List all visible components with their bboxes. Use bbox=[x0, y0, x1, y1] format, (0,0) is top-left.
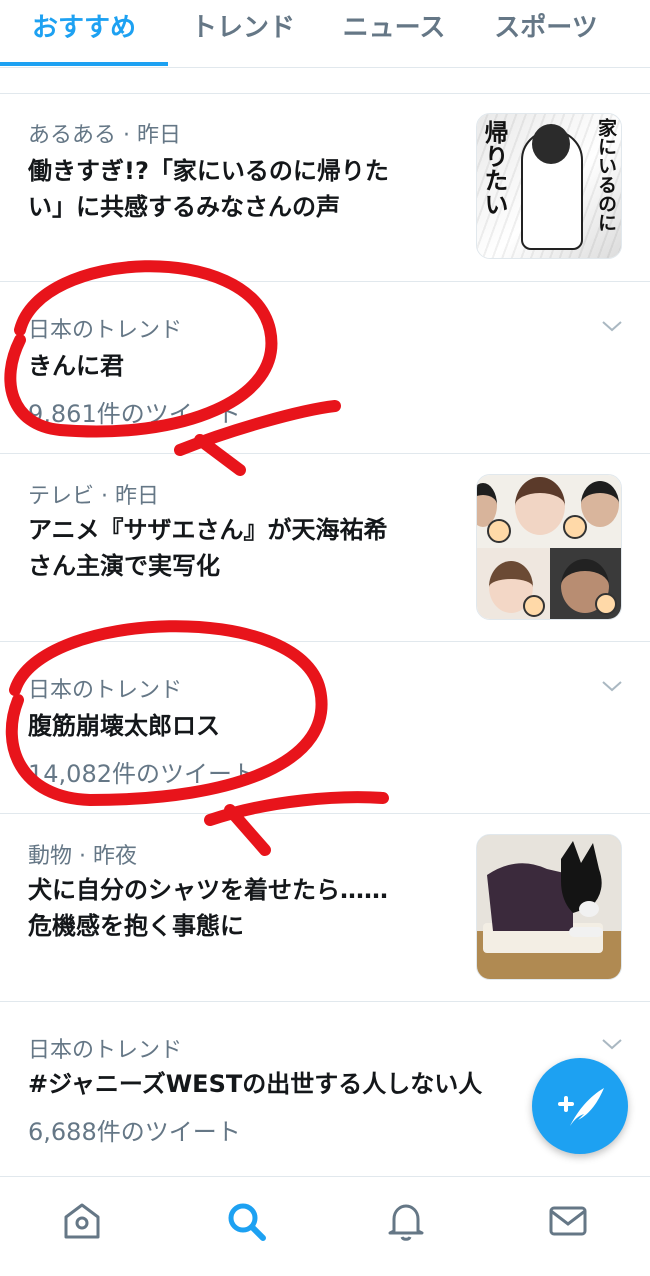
news-headline-line-2: 危機感を抱く事態に bbox=[28, 912, 244, 940]
manga-figure-head bbox=[532, 124, 570, 164]
explore-tabs: おすすめ トレンド ニュース スポーツ bbox=[0, 0, 650, 68]
news-item[interactable]: 動物 · 昨夜 犬に自分のシャツを着せたら…… 危機感を抱く事態に bbox=[0, 814, 650, 1002]
chevron-down-icon[interactable] bbox=[600, 674, 624, 698]
chevron-down-icon[interactable] bbox=[600, 314, 624, 338]
messages-icon[interactable] bbox=[546, 1199, 590, 1243]
compose-tweet-button[interactable] bbox=[532, 1058, 628, 1154]
news-headline-line-1: アニメ『サザエさん』が天海祐希 bbox=[28, 516, 388, 544]
cartoon-face bbox=[595, 593, 617, 615]
trend-meta: 日本のトレンド bbox=[28, 678, 183, 703]
cartoon-face bbox=[563, 515, 587, 539]
news-headline-line-1: 犬に自分のシャツを着せたら…… bbox=[28, 876, 388, 904]
tabs-separator bbox=[0, 68, 650, 94]
news-meta: あるある · 昨日 bbox=[28, 123, 181, 148]
news-headline-line-2: い」に共感するみなさんの声 bbox=[28, 193, 340, 221]
news-headline-line-1: 働きすぎ!?「家にいるのに帰りた bbox=[28, 157, 389, 185]
thumbnail-lettering-right: 家にいるのに bbox=[595, 118, 617, 232]
chevron-down-icon[interactable] bbox=[600, 1032, 624, 1056]
trend-name: 腹筋崩壊太郎ロス bbox=[28, 712, 220, 740]
news-thumbnail-collage[interactable] bbox=[476, 474, 622, 620]
news-thumbnail-manga[interactable]: 家にいるのに 帰りたい bbox=[476, 113, 622, 259]
bottom-navigation bbox=[0, 1176, 650, 1276]
news-item[interactable]: テレビ · 昨日 アニメ『サザエさん』が天海祐希 さん主演で実写化 bbox=[0, 454, 650, 642]
news-thumbnail-dog[interactable] bbox=[476, 834, 622, 980]
cartoon-face bbox=[523, 595, 545, 617]
trend-tweet-count: 9,861件のツイート bbox=[28, 400, 241, 428]
trend-name: #ジャニーズWESTの出世する人しない人 bbox=[28, 1070, 483, 1098]
dog-photo bbox=[477, 835, 621, 979]
explore-screen: おすすめ トレンド ニュース スポーツ あるある · 昨日 働きすぎ!?「家にい… bbox=[0, 0, 650, 1276]
news-meta: 動物 · 昨夜 bbox=[28, 844, 137, 869]
thumbnail-lettering-left: 帰りたい bbox=[480, 120, 508, 216]
compose-tweet-icon bbox=[558, 1088, 604, 1126]
news-headline-line-2: さん主演で実写化 bbox=[28, 552, 220, 580]
active-tab-indicator bbox=[0, 62, 168, 66]
news-meta: テレビ · 昨日 bbox=[28, 484, 159, 509]
photo-face bbox=[515, 477, 565, 535]
trend-meta: 日本のトレンド bbox=[28, 318, 183, 343]
search-icon[interactable] bbox=[224, 1199, 268, 1243]
home-icon[interactable] bbox=[60, 1199, 104, 1243]
trend-tweet-count: 6,688件のツイート bbox=[28, 1118, 241, 1146]
trend-meta: 日本のトレンド bbox=[28, 1038, 183, 1063]
trend-name: きんに君 bbox=[28, 352, 124, 380]
photo-face bbox=[581, 481, 619, 527]
notifications-icon[interactable] bbox=[384, 1199, 428, 1243]
trend-tweet-count: 14,082件のツイート bbox=[28, 760, 256, 788]
trend-item[interactable]: 日本のトレンド きんに君 9,861件のツイート bbox=[0, 282, 650, 454]
tab-news[interactable]: ニュース bbox=[318, 0, 470, 67]
trend-item[interactable]: 日本のトレンド 腹筋崩壊太郎ロス 14,082件のツイート bbox=[0, 642, 650, 814]
tab-recommended[interactable]: おすすめ bbox=[0, 0, 168, 67]
news-item[interactable]: あるある · 昨日 働きすぎ!?「家にいるのに帰りた い」に共感するみなさんの声… bbox=[0, 95, 650, 282]
tab-trends[interactable]: トレンド bbox=[168, 0, 318, 67]
tab-sports[interactable]: スポーツ bbox=[470, 0, 622, 67]
cartoon-face bbox=[487, 519, 511, 543]
